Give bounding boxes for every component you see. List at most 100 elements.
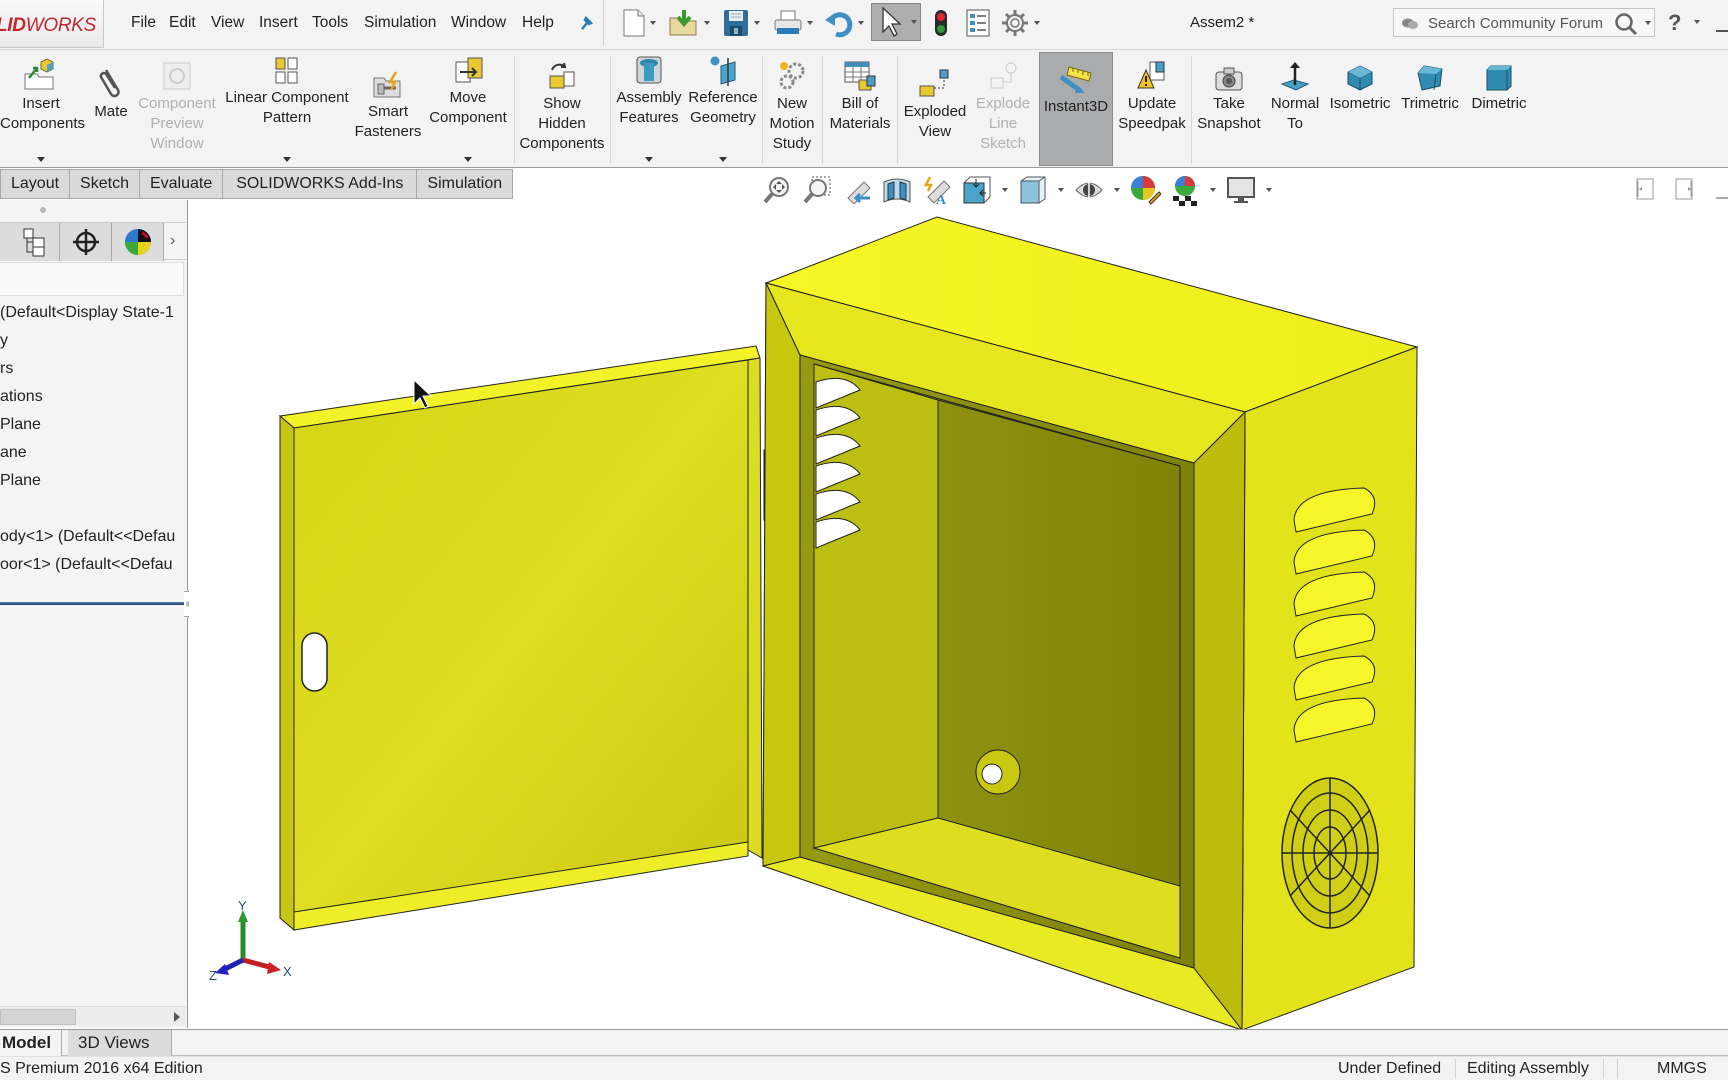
chevron-down-icon[interactable] — [754, 21, 760, 25]
viewport-minimize[interactable] — [1716, 197, 1728, 199]
menu-view[interactable]: View — [211, 14, 244, 32]
trimetric-button[interactable]: Trimetric — [1395, 50, 1465, 168]
options-button[interactable] — [1000, 6, 1046, 40]
chevron-down-icon[interactable] — [807, 21, 813, 25]
menu-file[interactable]: File — [131, 14, 156, 32]
undo-button[interactable] — [824, 6, 870, 40]
menu-edit[interactable]: Edit — [169, 14, 196, 32]
display-style-dropdown[interactable] — [1058, 188, 1064, 192]
help-icon[interactable]: ? — [1668, 10, 1681, 36]
component-preview-window-button[interactable]: Component Preview Window — [134, 50, 220, 168]
exploded-view-button[interactable]: Exploded View — [900, 50, 970, 168]
menu-simulation[interactable]: Simulation — [364, 14, 436, 32]
explode-line-sketch-button[interactable]: Explode Line Sketch — [970, 50, 1036, 168]
chevron-down-icon[interactable] — [719, 157, 727, 162]
chevron-down-icon[interactable] — [645, 157, 653, 162]
select-dropdown[interactable] — [911, 20, 917, 24]
file-properties-button[interactable] — [965, 6, 991, 40]
dynamic-annotation-views-button[interactable]: A — [920, 175, 954, 205]
chevron-down-icon[interactable] — [464, 157, 472, 162]
print-button[interactable] — [773, 6, 819, 40]
chevron-down-icon[interactable] — [37, 157, 45, 162]
tree-item[interactable]: ations — [0, 383, 186, 411]
tab-solidworks-add-ins[interactable]: SOLIDWORKS Add-Ins — [223, 169, 418, 199]
move-component-button[interactable]: Move Component — [424, 50, 512, 168]
tree-item[interactable]: ody<1> (Default<<Defau — [0, 523, 186, 551]
dock-left-icon[interactable] — [1636, 178, 1654, 200]
tree-item[interactable]: y — [0, 327, 186, 355]
tab-evaluate[interactable]: Evaluate — [139, 169, 224, 199]
enclosure-assembly-model[interactable] — [189, 200, 1728, 1029]
view-orientation-dropdown[interactable] — [1002, 188, 1008, 192]
chevron-down-icon[interactable] — [858, 21, 864, 25]
insert-components-button[interactable]: Insert Components — [0, 50, 85, 168]
smart-fasteners-button[interactable]: Smart Fasteners — [354, 50, 422, 168]
rebuild-button[interactable] — [932, 6, 950, 40]
previous-view-button[interactable] — [840, 175, 874, 205]
tab-simulation[interactable]: Simulation — [417, 169, 514, 199]
solidworks-logo[interactable]: LIDWORKS — [0, 0, 104, 48]
save-button[interactable] — [722, 6, 766, 40]
chevron-down-icon[interactable] — [283, 157, 291, 162]
section-view-button[interactable] — [880, 175, 914, 205]
chevron-down-icon[interactable] — [650, 21, 656, 25]
dock-right-icon[interactable] — [1675, 178, 1693, 200]
horizontal-scrollbar[interactable] — [0, 1006, 186, 1026]
chevron-down-icon[interactable] — [1034, 21, 1040, 25]
normal-to-button[interactable]: Normal To — [1265, 50, 1325, 168]
help-dropdown[interactable] — [1694, 20, 1700, 24]
tab-model[interactable]: Model — [0, 1030, 63, 1056]
rollback-bar[interactable] — [0, 602, 184, 605]
instant3d-button[interactable]: Instant3D — [1039, 52, 1113, 166]
apply-scene-button[interactable] — [1168, 175, 1202, 206]
zoom-to-fit-button[interactable] — [760, 175, 794, 205]
tree-item[interactable]: rs — [0, 355, 186, 383]
new-document-button[interactable] — [622, 6, 662, 40]
body-component[interactable] — [761, 216, 1419, 1029]
tree-item[interactable]: Plane — [0, 411, 186, 439]
dimetric-button[interactable]: Dimetric — [1467, 50, 1531, 168]
hide-show-items-button[interactable] — [1072, 175, 1106, 205]
menu-tools[interactable]: Tools — [312, 14, 348, 32]
tree-item[interactable]: oor<1> (Default<<Defau — [0, 551, 186, 579]
dim-xpert-tab[interactable] — [60, 223, 112, 261]
tab-3d-views[interactable]: 3D Views — [68, 1030, 172, 1056]
apply-scene-dropdown[interactable] — [1210, 188, 1216, 192]
tree-filter-field[interactable] — [0, 262, 184, 296]
view-settings-dropdown[interactable] — [1266, 188, 1272, 192]
display-manager-tab[interactable] — [112, 223, 164, 261]
mate-button[interactable]: Mate — [88, 50, 134, 168]
tree-item[interactable] — [0, 495, 186, 523]
open-button[interactable] — [668, 6, 716, 40]
tree-item[interactable]: (Default<Display State-1 — [0, 299, 186, 327]
show-hidden-components-button[interactable]: Show Hidden Components — [518, 50, 606, 168]
scrollbar-thumb[interactable] — [0, 1009, 76, 1025]
configuration-manager-tab[interactable] — [8, 223, 60, 261]
unit-system[interactable]: MMGS — [1657, 1060, 1707, 1078]
graphics-area[interactable]: Y X Z — [189, 200, 1728, 1029]
view-orientation-button[interactable] — [960, 175, 994, 205]
bill-of-materials-button[interactable]: Bill of Materials — [826, 50, 894, 168]
menu-help[interactable]: Help — [522, 14, 554, 32]
view-settings-button[interactable] — [1224, 175, 1258, 205]
search-icon[interactable] — [1614, 12, 1640, 36]
assembly-features-button[interactable]: Assembly Features — [614, 50, 684, 168]
isometric-button[interactable]: Isometric — [1327, 50, 1393, 168]
update-speedpak-button[interactable]: Update Speedpak — [1117, 50, 1187, 168]
display-style-button[interactable] — [1016, 175, 1050, 205]
linear-component-pattern-button[interactable]: Linear Component Pattern — [222, 50, 352, 168]
new-motion-study-button[interactable]: New Motion Study — [766, 50, 818, 168]
zoom-to-area-button[interactable] — [800, 175, 834, 205]
edit-appearance-button[interactable] — [1128, 175, 1162, 205]
door-component[interactable] — [278, 345, 763, 932]
pin-icon[interactable] — [578, 13, 596, 33]
minimize-button[interactable] — [1716, 30, 1728, 32]
reference-geometry-button[interactable]: Reference Geometry — [686, 50, 760, 168]
search-input[interactable]: Search Community Forum — [1428, 15, 1603, 32]
search-dropdown[interactable] — [1645, 21, 1651, 25]
tab-layout[interactable]: Layout — [0, 169, 71, 199]
scroll-right-arrow[interactable] — [174, 1012, 180, 1022]
chevron-down-icon[interactable] — [704, 21, 710, 25]
tab-sketch[interactable]: Sketch — [70, 169, 140, 199]
tree-item[interactable]: ane — [0, 439, 186, 467]
